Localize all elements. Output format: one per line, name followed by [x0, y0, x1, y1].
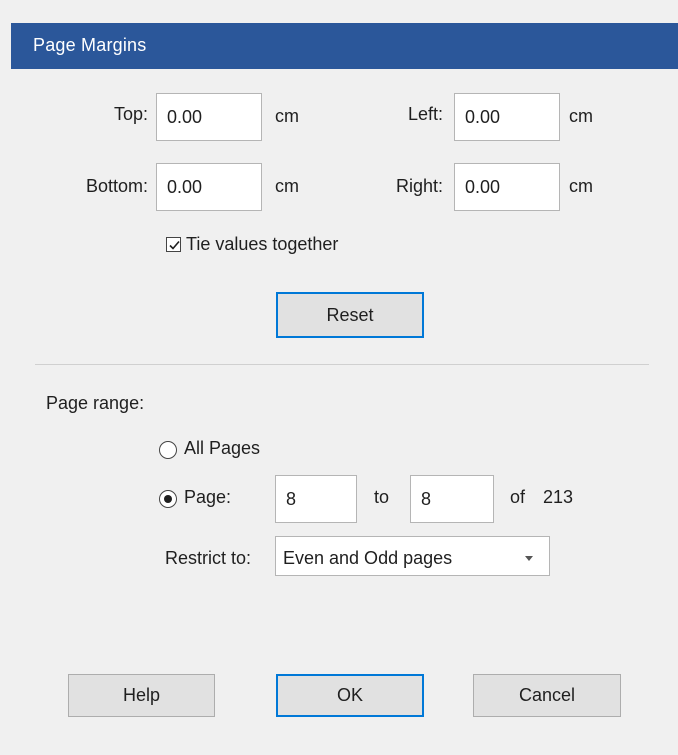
- section-divider: [35, 364, 649, 365]
- help-button[interactable]: Help: [68, 674, 215, 717]
- left-label: Left:: [407, 104, 443, 124]
- all-pages-label[interactable]: All Pages: [184, 438, 260, 459]
- dialog-title: Page Margins: [33, 35, 147, 55]
- restrict-to-value: Even and Odd pages: [283, 548, 453, 568]
- checkmark-icon: [169, 240, 180, 250]
- page-of-label: of: [510, 487, 526, 507]
- bottom-label: Bottom:: [85, 176, 148, 196]
- cancel-button[interactable]: Cancel: [473, 674, 621, 717]
- top-unit-label: cm: [275, 106, 299, 126]
- page-to-input[interactable]: 8: [410, 475, 494, 523]
- tie-values-checkbox[interactable]: [166, 237, 181, 252]
- ok-button[interactable]: OK: [276, 674, 424, 717]
- restrict-to-dropdown[interactable]: Even and Odd pages: [275, 536, 550, 576]
- top-label: Top:: [113, 104, 148, 124]
- left-margin-input[interactable]: 0.00: [454, 93, 560, 141]
- right-margin-input[interactable]: 0.00: [454, 163, 560, 211]
- page-total-count: 213: [543, 487, 574, 507]
- top-margin-input[interactable]: 0.00: [156, 93, 262, 141]
- page-radio[interactable]: [159, 490, 177, 508]
- radio-selected-dot: [164, 495, 172, 503]
- chevron-down-icon: [525, 556, 533, 561]
- reset-button[interactable]: Reset: [276, 292, 424, 338]
- title-bar[interactable]: Page Margins: [11, 23, 678, 69]
- left-unit-label: cm: [569, 106, 593, 126]
- right-label: Right:: [395, 176, 443, 196]
- all-pages-radio[interactable]: [159, 441, 177, 459]
- dialog-body: Top: 0.00 cm Left: 0.00 cm Bottom: 0.00 …: [11, 69, 678, 755]
- page-from-input[interactable]: 8: [275, 475, 357, 523]
- right-unit-label: cm: [569, 176, 593, 196]
- page-to-label: to: [374, 487, 390, 507]
- page-radio-label[interactable]: Page:: [184, 487, 231, 508]
- bottom-margin-input[interactable]: 0.00: [156, 163, 262, 211]
- bottom-unit-label: cm: [275, 176, 299, 196]
- page-margins-dialog: Page Margins Top: 0.00 cm Left: 0.00 cm …: [0, 0, 678, 755]
- page-range-heading: Page range:: [46, 393, 145, 413]
- tie-values-label[interactable]: Tie values together: [186, 234, 338, 255]
- restrict-to-label: Restrict to:: [165, 548, 252, 568]
